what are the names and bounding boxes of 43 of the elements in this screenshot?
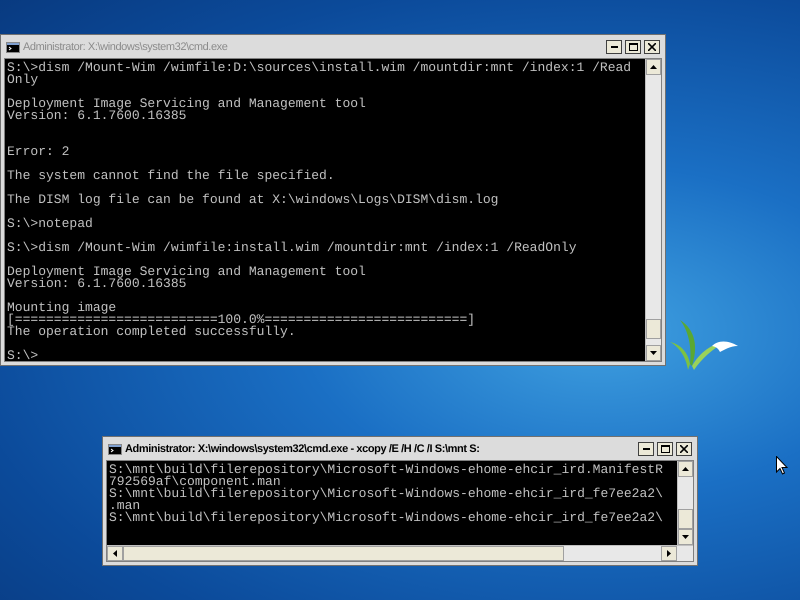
console-line: S:\mnt\build\filerepository\Microsoft-Windows-ehome-ehcir_ird_fe7ee2a2\ [109,488,664,500]
console-line: S:\>dism /Mount-Wim /wimfile:install.wim /mountdir:mnt /index:1 /ReadOnly [7,242,578,254]
minimize-button[interactable] [638,442,654,456]
minimize-button[interactable] [606,40,622,54]
scroll-thumb[interactable] [678,509,693,529]
console-line: Deployment Image Servicing and Management tool [7,266,367,278]
maximize-icon [660,445,670,453]
console-icon [108,444,122,454]
console-line: [==========================100.0%==========================] [7,314,476,326]
close-button[interactable] [644,40,660,54]
horizontal-scrollbar[interactable] [107,545,693,561]
close-icon [648,43,656,51]
console-line: The system cannot find the file specified. [7,170,336,182]
console-line: 792569af\component.man [109,476,281,488]
window-title: Administrator: X:\windows\system32\cmd.exe [23,40,229,55]
vertical-scrollbar[interactable] [645,59,661,361]
minimize-icon [642,448,650,450]
console-line: .man [109,500,140,512]
scroll-thumb[interactable] [123,546,564,561]
console-line: The DISM log file can be found at X:\windows\Logs\DISM\dism.log [7,194,500,206]
console-line: Error: 2 [7,146,70,158]
console-line: S:\>notepad [7,218,94,230]
mouse-pointer-icon [776,456,788,475]
console-line: Mounting image [7,302,116,314]
maximize-icon [628,43,638,51]
console-line: Version: 6.1.7600.16385 [7,110,186,122]
console-line: Version: 6.1.7600.16385 [7,278,186,290]
console-line: S:\mnt\build\filerepository\Microsoft-Windows-ehome-ehcir_ird.ManifestR [109,464,664,476]
maximize-button[interactable] [657,442,673,456]
scroll-thumb[interactable] [646,319,661,339]
close-icon [680,445,688,453]
console-line: S:\> [7,350,40,361]
console-line: Only [7,74,40,86]
console-line: S:\mnt\build\filerepository\Microsoft-Windows-ehome-ehcir_ird_fe7ee2a2\ [109,512,664,524]
console-line: The operation completed successfully. [7,326,296,338]
console-line: S:\>dism /Mount-Wim /wimfile:D:\sources\install.wim /mountdir:mnt /index:1 /Read [7,62,632,74]
vertical-scrollbar[interactable] [677,461,693,545]
console-icon [6,42,20,52]
close-button[interactable] [676,442,692,456]
maximize-button[interactable] [625,40,641,54]
window-title: Administrator: X:\windows\system32\cmd.exe - xcopy /E /H /C /I S:\mnt S: [125,442,480,457]
minimize-icon [610,46,618,48]
console-line: Deployment Image Servicing and Management tool [7,98,367,110]
